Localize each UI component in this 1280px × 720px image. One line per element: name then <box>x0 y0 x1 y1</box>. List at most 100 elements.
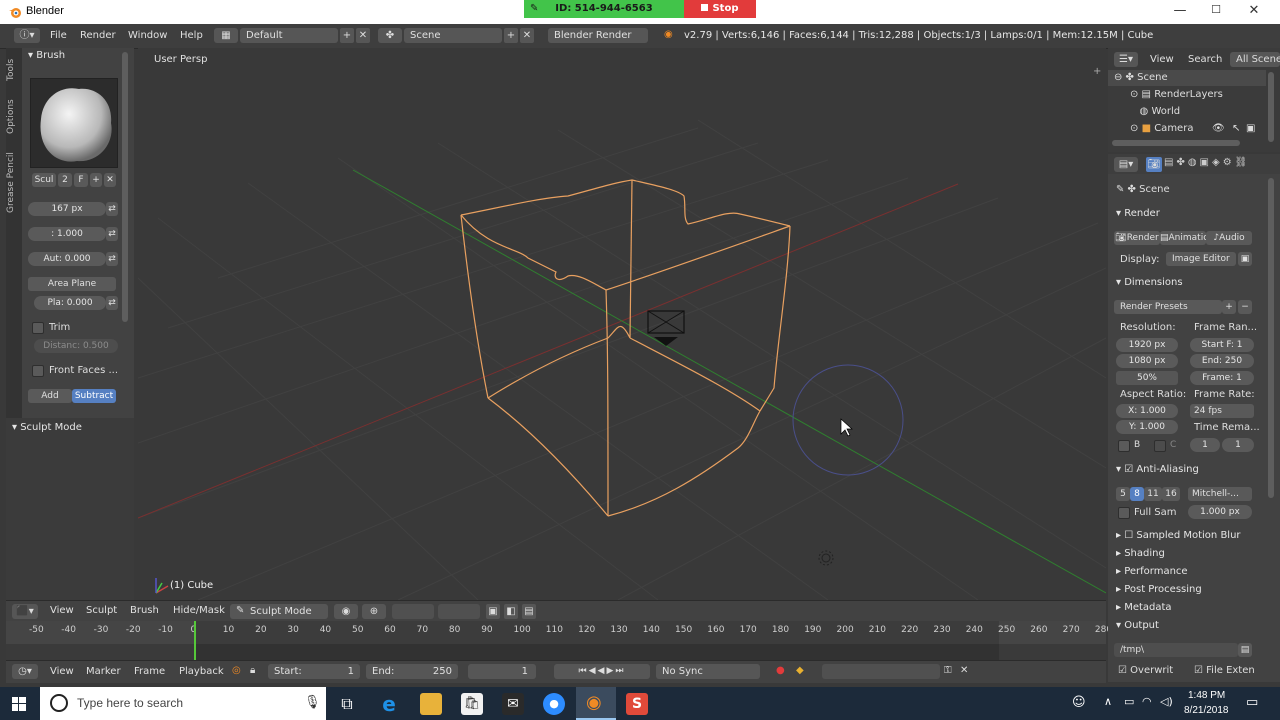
output-folder-icon[interactable]: ▤ <box>1238 643 1252 657</box>
scene-field[interactable]: Scene <box>404 28 502 43</box>
menu-sculpt[interactable]: Sculpt <box>86 605 117 616</box>
selectability-cursor-icon[interactable]: ↖ <box>1232 123 1240 134</box>
tab-grease-pencil[interactable]: Grease Pencil <box>6 148 22 218</box>
remove-screen-icon[interactable]: ✕ <box>356 28 370 43</box>
resolution-percentage-field[interactable]: 50% <box>1116 371 1178 385</box>
subtract-direction-button[interactable]: Subtract <box>72 389 116 403</box>
keying-set-icon[interactable]: ◆ <box>796 665 804 676</box>
frame-rate-select[interactable]: 24 fps <box>1190 404 1254 418</box>
outliner-menu-view[interactable]: View <box>1150 54 1174 65</box>
render-audio-button[interactable]: ♪Audio <box>1206 231 1252 245</box>
preview-range-icon[interactable]: ◎ <box>232 665 241 676</box>
front-faces-checkbox[interactable] <box>32 365 44 377</box>
strength-pressure-icon[interactable]: ⇄ <box>106 227 118 241</box>
crop-checkbox[interactable] <box>1154 440 1166 452</box>
close-button[interactable]: ✕ <box>1244 3 1264 19</box>
outliner-scrollbar[interactable] <box>1268 72 1274 142</box>
sculpt-plane-select[interactable]: Area Plane <box>28 277 116 291</box>
menu-brush[interactable]: Brush <box>130 605 159 616</box>
pivot-point-icon[interactable]: ⊕ <box>362 604 386 619</box>
sync-mode-select[interactable]: No Sync <box>656 664 760 679</box>
time-remap-new-field[interactable]: 1 <box>1222 438 1254 452</box>
lock-camera-icon[interactable]: ▣ <box>486 604 500 619</box>
anti-aliasing-section-header[interactable]: ▾ ☑ Anti-Aliasing <box>1116 464 1199 475</box>
aa-samples-11[interactable]: 11 <box>1144 487 1162 501</box>
radius-field[interactable]: 167 px <box>28 202 106 216</box>
outliner-camera-row[interactable]: ⊙ ■ Camera <box>1130 123 1193 134</box>
insert-keyframe-icon[interactable]: ⚿ <box>944 665 952 676</box>
editor-type-properties-icon[interactable]: ▤▾ <box>1114 157 1138 172</box>
3d-viewport[interactable]: User Persp (1) Cube + <box>138 48 1106 600</box>
volume-icon[interactable]: ◁) <box>1160 695 1173 708</box>
time-remap-old-field[interactable]: 1 <box>1190 438 1220 452</box>
remove-preset-icon[interactable]: − <box>1238 300 1252 314</box>
remove-brush-icon[interactable]: ✕ <box>104 173 116 187</box>
tab-options[interactable]: Options <box>6 96 22 138</box>
layer-buttons-b[interactable] <box>438 604 480 619</box>
outliner-world-row[interactable]: ◍ World <box>1130 106 1181 117</box>
menu-frame[interactable]: Frame <box>134 666 165 677</box>
output-path-field[interactable]: /tmp\ <box>1114 643 1238 657</box>
properties-context-tabs[interactable]: ▤✤◍▣◈⚙⛓ <box>1164 157 1250 168</box>
brush-panel-header[interactable]: ▾ Brush <box>28 50 65 61</box>
render-image-button[interactable]: 📷︎Render <box>1114 231 1160 245</box>
menu-file[interactable]: File <box>50 30 67 41</box>
outliner-scene-row[interactable]: ⊖ ✤ Scene <box>1114 72 1168 83</box>
maximize-button[interactable]: ☐ <box>1206 3 1226 19</box>
filter-size-field[interactable]: 1.000 px <box>1188 505 1252 519</box>
outliner-display-filter[interactable]: All Scenes <box>1230 52 1280 67</box>
edge-browser-icon[interactable]: e <box>378 693 400 715</box>
scene-icon[interactable]: ✤ <box>378 28 402 43</box>
toolshelf-scrollbar[interactable] <box>122 52 128 322</box>
blender-taskbar-button[interactable]: ◉ <box>576 687 616 720</box>
task-view-icon[interactable]: ⧉ <box>336 693 358 715</box>
frame-step-field[interactable]: Frame: 1 <box>1190 371 1254 385</box>
menu-playback[interactable]: Playback <box>179 666 224 677</box>
frame-end-field[interactable]: End: 250 <box>1190 354 1254 368</box>
outliner-renderlayers-row[interactable]: ⊙ ▤ RenderLayers <box>1130 89 1223 100</box>
frame-start-field[interactable]: Start F: 1 <box>1190 338 1254 352</box>
tab-tools[interactable]: Tools <box>6 56 22 84</box>
properties-scrollbar[interactable] <box>1268 178 1274 498</box>
minimize-button[interactable]: — <box>1170 3 1190 19</box>
file-extensions-checkbox[interactable]: ☑ File Exten <box>1194 665 1255 676</box>
menu-hide-mask[interactable]: Hide/Mask <box>173 605 225 616</box>
end-frame-field[interactable]: End: 250 <box>366 664 458 679</box>
zoom-icon[interactable]: ● <box>543 693 565 715</box>
record-icon[interactable]: ● <box>776 665 785 676</box>
aa-filter-select[interactable]: Mitchell-... <box>1188 487 1252 501</box>
add-brush-icon[interactable]: + <box>90 173 102 187</box>
shading-section-header[interactable]: ▸ Shading <box>1116 548 1165 559</box>
current-frame-field[interactable]: 1 <box>468 664 536 679</box>
aa-samples-8[interactable]: 8 <box>1130 487 1144 501</box>
full-sample-checkbox[interactable] <box>1118 507 1130 519</box>
selected-sculpted-cube[interactable] <box>460 179 791 517</box>
network-icon[interactable]: ▭ <box>1124 695 1134 708</box>
sculpt-mode-panel-header[interactable]: ▾ Sculpt Mode <box>12 422 82 433</box>
autosmooth-field[interactable]: Aut: 0.000 <box>28 252 106 266</box>
lock-range-icon[interactable]: 🔒︎ <box>250 665 255 676</box>
screen-layout-icon[interactable]: ▦ <box>214 28 238 43</box>
layer-buttons-a[interactable] <box>392 604 434 619</box>
autosmooth-icon[interactable]: ⇄ <box>106 252 118 266</box>
wifi-icon[interactable]: ◠ <box>1142 695 1152 708</box>
clock-date[interactable]: 8/21/2018 <box>1184 705 1229 716</box>
add-preset-icon[interactable]: + <box>1222 300 1236 314</box>
screen-layout-field[interactable]: Default <box>240 28 338 43</box>
add-direction-button[interactable]: Add <box>28 389 72 403</box>
plane-offset-field[interactable]: Pla: 0.000 <box>34 296 106 310</box>
brush-fake-user[interactable]: F <box>74 173 88 187</box>
add-scene-icon[interactable]: + <box>504 28 518 43</box>
performance-section-header[interactable]: ▸ Performance <box>1116 566 1188 577</box>
overwrite-checkbox[interactable]: ☑ Overwrit <box>1118 665 1173 676</box>
strength-field[interactable]: : 1.000 <box>28 227 106 241</box>
interaction-mode-select[interactable]: Sculpt Mode <box>230 604 328 619</box>
timeline-area[interactable]: -50-40-30-20-100102030405060708090100110… <box>6 621 1112 660</box>
outliner-menu-search[interactable]: Search <box>1188 54 1222 65</box>
taskbar-search-box[interactable]: Type here to search 🎙︎ <box>40 687 326 720</box>
menu-timeline-view[interactable]: View <box>50 666 74 677</box>
menu-window[interactable]: Window <box>128 30 167 41</box>
stop-share-button[interactable]: Stop Share <box>684 0 756 32</box>
aspect-y-field[interactable]: Y: 1.000 <box>1116 420 1178 434</box>
tray-chevron-icon[interactable]: ∧ <box>1104 695 1112 708</box>
